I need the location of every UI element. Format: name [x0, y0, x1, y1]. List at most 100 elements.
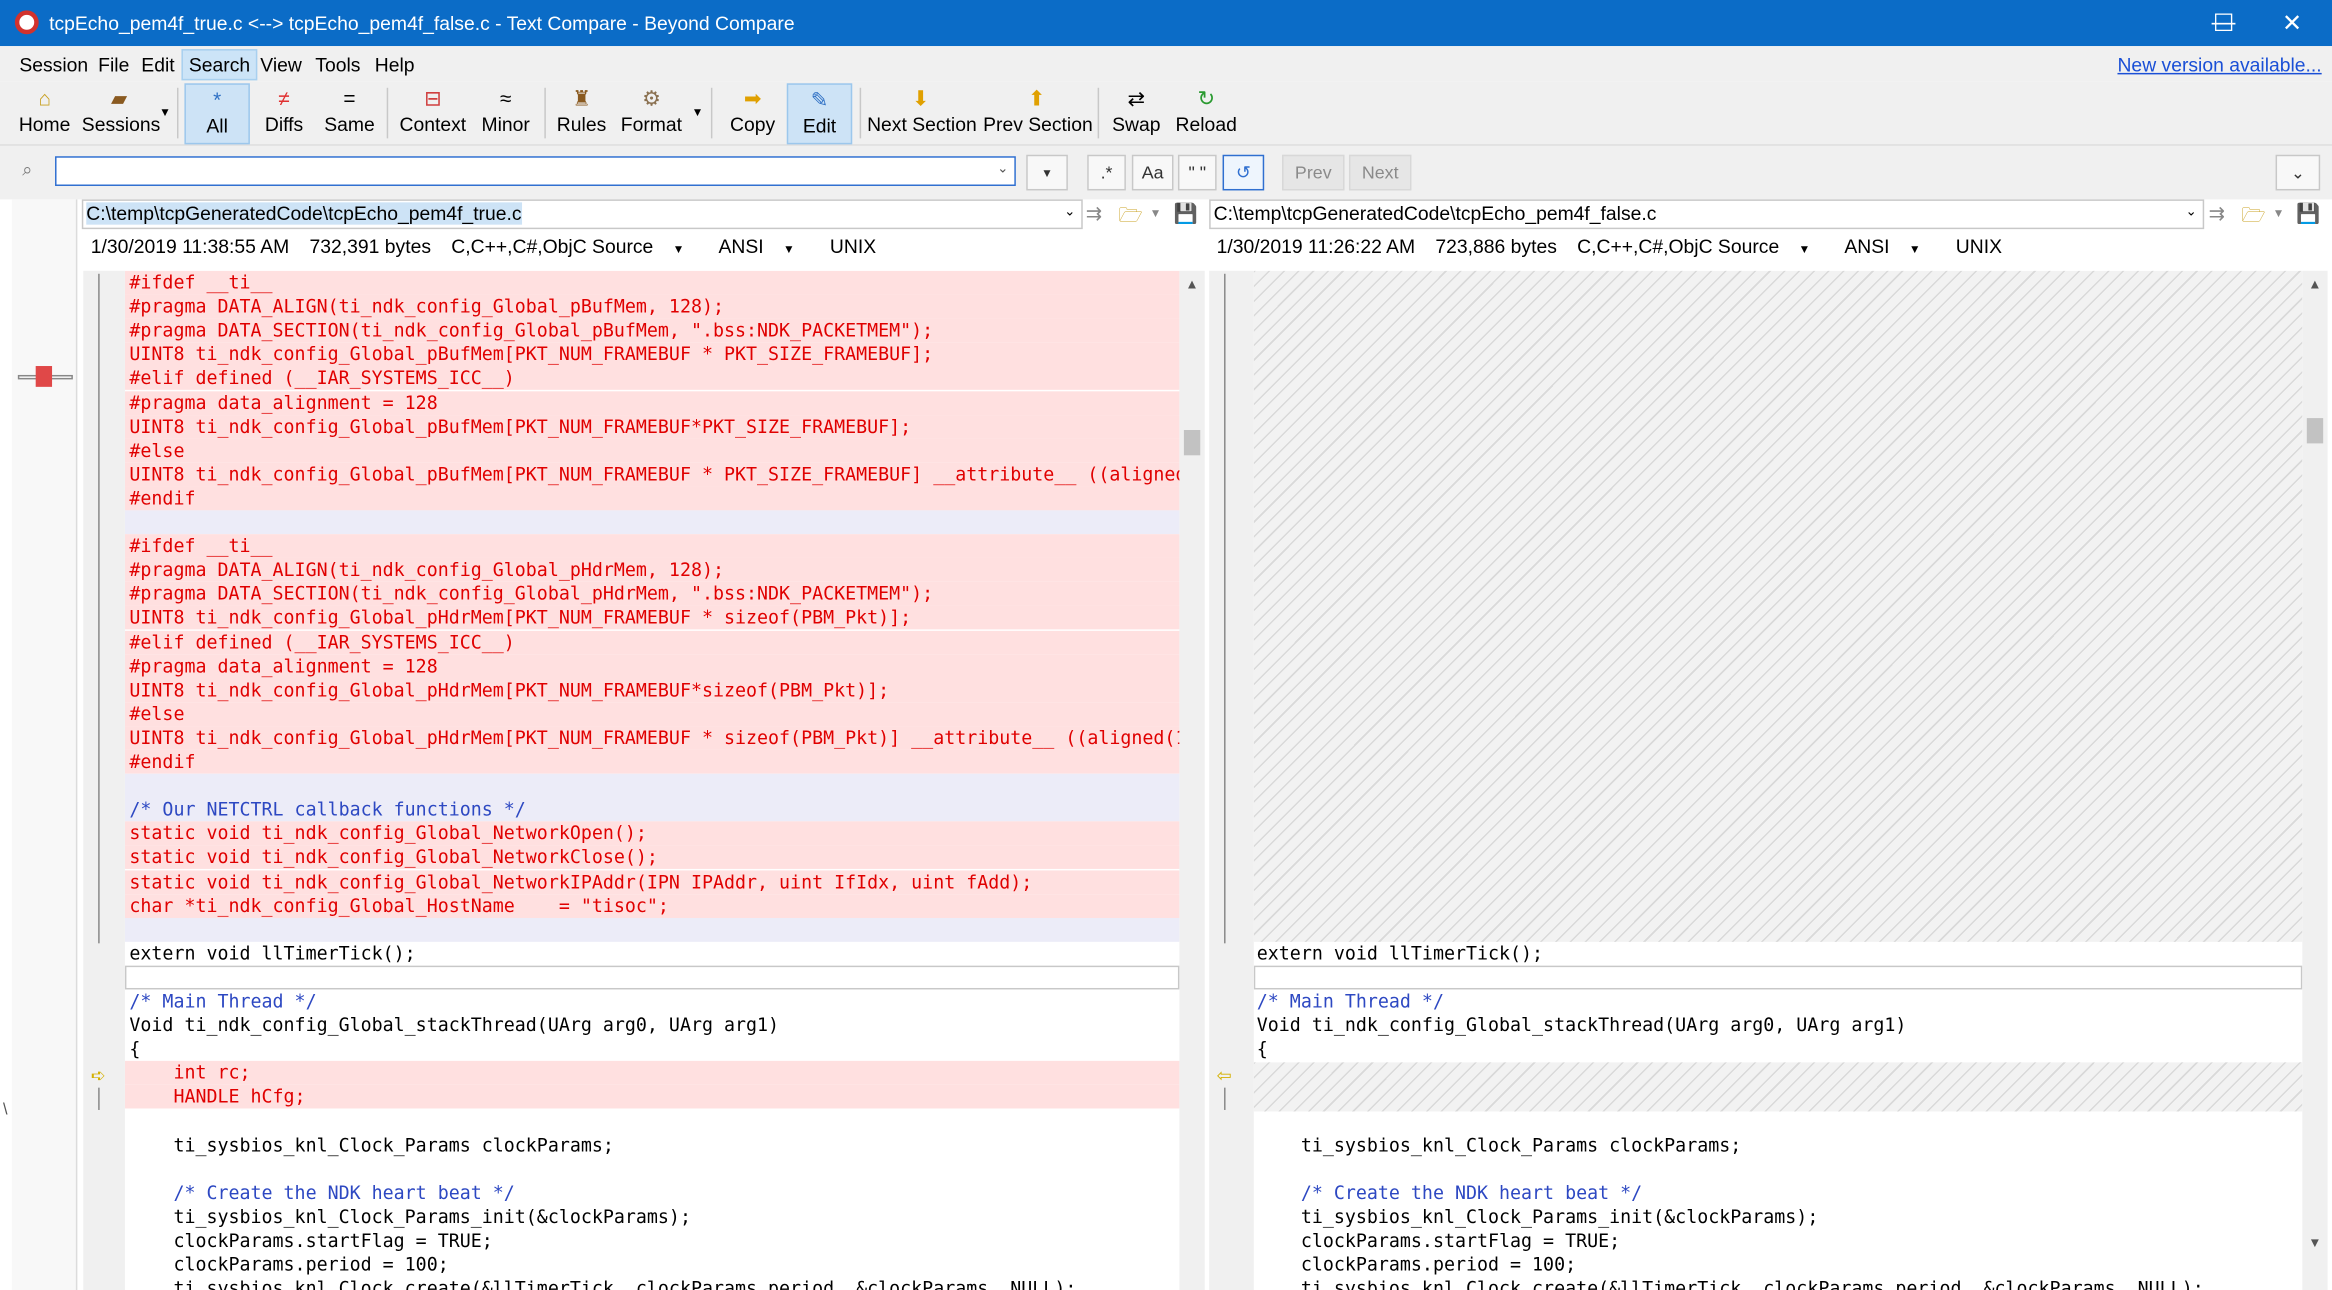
code-line[interactable]: Void ti_ndk_config_Global_stackThread(UA… — [125, 1013, 1179, 1037]
code-line[interactable]: /* Create the NDK heart beat */ — [1254, 1181, 2303, 1205]
code-line[interactable] — [124, 917, 1180, 942]
right-text-pane[interactable]: extern void llTimerTick(); /* Main Thread… — [1253, 270, 2303, 1290]
menu-view[interactable]: View — [254, 51, 307, 79]
code-line[interactable] — [1254, 1157, 2303, 1181]
match-case-toggle[interactable]: Aa — [1131, 154, 1174, 191]
menu-edit[interactable]: Edit — [135, 51, 180, 79]
code-line[interactable]: extern void llTimerTick(); — [1254, 942, 2303, 966]
format-button[interactable]: ⚙ Format — [619, 83, 684, 144]
code-line[interactable]: #elif defined (__IAR_SYSTEMS_ICC__) — [124, 366, 1180, 391]
left-path-dropdown-icon[interactable]: ⌄ — [1064, 204, 1075, 220]
context-button[interactable]: ⊟ Context — [396, 83, 470, 144]
code-line[interactable]: #pragma data_alignment = 128 — [124, 654, 1180, 679]
code-line[interactable] — [124, 773, 1180, 798]
right-folder-dropdown-icon[interactable]: ▼ — [2273, 207, 2285, 220]
code-line[interactable]: ti_sysbios_knl_Clock_Params_init(&clockP… — [1254, 1205, 2303, 1229]
rules-button[interactable]: ♜ Rules — [552, 83, 611, 144]
menu-file[interactable]: File — [92, 51, 135, 79]
prev-match-button[interactable]: Prev — [1282, 154, 1345, 191]
code-line[interactable]: #pragma DATA_SECTION(ti_ndk_config_Globa… — [124, 582, 1180, 607]
next-match-button[interactable]: Next — [1348, 154, 1412, 191]
code-line[interactable]: /* Our NETCTRL callback functions */ — [124, 797, 1180, 822]
code-line[interactable]: static void ti_ndk_config_Global_Network… — [124, 869, 1180, 894]
menu-help[interactable]: Help — [369, 51, 421, 79]
right-encoding-select[interactable]: ANSI ▼ — [1844, 235, 1935, 257]
code-line[interactable]: ti_sysbios_knl_Clock_create(&llTimerTick… — [1254, 1277, 2303, 1290]
search-options-dropdown[interactable]: ▼ — [1026, 154, 1068, 191]
code-line[interactable]: UINT8 ti_ndk_config_Global_pHdrMem[PKT_N… — [124, 725, 1180, 750]
code-line[interactable]: UINT8 ti_ndk_config_Global_pBufMem[PKT_N… — [124, 462, 1180, 487]
all-filter-button[interactable]: * All — [184, 83, 250, 145]
code-line[interactable]: { — [125, 1037, 1179, 1061]
search-history-dropdown-icon[interactable]: ⌄ — [997, 161, 1008, 177]
code-line[interactable]: static void ti_ndk_config_Global_Network… — [124, 845, 1180, 870]
menu-search[interactable]: Search — [181, 49, 258, 81]
regex-toggle[interactable]: .* — [1087, 154, 1126, 191]
close-button[interactable]: ✕ — [2258, 0, 2326, 46]
scroll-up-icon[interactable]: ▲ — [2308, 277, 2321, 292]
scroll-thumb[interactable] — [1183, 430, 1201, 456]
collapse-search-button[interactable]: ⌄ — [2275, 154, 2321, 191]
code-line[interactable]: ti_sysbios_knl_Clock_Params clockParams; — [125, 1133, 1179, 1157]
right-path-field[interactable]: C:\temp\tcpGeneratedCode\tcpEcho_pem4f_f… — [1209, 199, 2205, 230]
code-line[interactable]: char *ti_ndk_config_Global_HostName = "t… — [124, 893, 1180, 918]
copy-button[interactable]: ➡ Copy — [723, 83, 782, 144]
search-input[interactable]: ⌄ — [55, 156, 1016, 186]
code-line[interactable]: #endif — [124, 749, 1180, 774]
code-line[interactable]: clockParams.startFlag = TRUE; — [125, 1229, 1179, 1253]
right-path-dropdown-icon[interactable]: ⌄ — [2186, 204, 2197, 220]
code-line[interactable]: #ifdef __ti__ — [124, 270, 1180, 295]
next-section-button[interactable]: ⬇ Next Section — [867, 83, 977, 144]
new-version-link[interactable]: New version available... — [2117, 54, 2321, 76]
sessions-dropdown-icon[interactable]: ▼ — [159, 106, 171, 119]
code-line[interactable]: static void ti_ndk_config_Global_Network… — [124, 821, 1180, 846]
scroll-down-icon[interactable]: ▼ — [2308, 1235, 2321, 1250]
code-line[interactable] — [124, 965, 1180, 990]
left-copy-arrow-icon[interactable]: ➪ — [91, 1065, 106, 1086]
right-format-select[interactable]: C,C++,C#,ObjC Source ▼ — [1577, 235, 1825, 257]
code-line[interactable]: UINT8 ti_ndk_config_Global_pHdrMem[PKT_N… — [124, 606, 1180, 631]
code-line[interactable]: int rc; — [124, 1061, 1180, 1086]
code-line[interactable] — [125, 1109, 1179, 1133]
code-line[interactable]: { — [1254, 1037, 2303, 1061]
right-line-ending[interactable]: UNIX — [1956, 235, 2002, 257]
left-encoding-select[interactable]: ANSI ▼ — [719, 235, 810, 257]
code-line[interactable]: /* Create the NDK heart beat */ — [125, 1181, 1179, 1205]
code-line[interactable]: ti_sysbios_knl_Clock_Params clockParams; — [1254, 1133, 2303, 1157]
code-line[interactable]: #else — [124, 438, 1180, 463]
whole-word-toggle[interactable]: " " — [1177, 154, 1217, 191]
code-line[interactable] — [124, 510, 1180, 535]
home-button[interactable]: ⌂ Home — [15, 83, 74, 144]
left-save-icon[interactable]: 💾 — [1173, 202, 1197, 226]
code-line[interactable]: Void ti_ndk_config_Global_stackThread(UA… — [1254, 1013, 2303, 1037]
code-line[interactable]: UINT8 ti_ndk_config_Global_pBufMem[PKT_N… — [124, 342, 1180, 367]
code-line[interactable]: /* Main Thread */ — [125, 989, 1179, 1013]
code-line[interactable]: #pragma DATA_ALIGN(ti_ndk_config_Global_… — [124, 294, 1180, 319]
right-open-folder-icon[interactable]: 🗁 — [2241, 202, 2265, 235]
prev-section-button[interactable]: ⬆ Prev Section — [983, 83, 1093, 144]
menu-tools[interactable]: Tools — [309, 51, 366, 79]
same-filter-button[interactable]: = Same — [320, 83, 379, 144]
reload-button[interactable]: ↻ Reload — [1173, 83, 1238, 144]
scroll-thumb[interactable] — [2306, 418, 2324, 444]
code-line[interactable] — [1253, 965, 2303, 990]
search-refresh-toggle[interactable]: ↺ — [1222, 154, 1265, 191]
code-line[interactable]: clockParams.period = 100; — [1254, 1253, 2303, 1277]
right-copy-arrow-icon[interactable]: ⇦ — [1217, 1065, 1232, 1086]
diff-overview[interactable] — [11, 199, 78, 1290]
minor-button[interactable]: ≈ Minor — [476, 83, 535, 144]
right-scrollbar[interactable]: ▲ ▼ — [2302, 270, 2328, 1290]
code-line[interactable]: ti_sysbios_knl_Clock_Params_init(&clockP… — [125, 1205, 1179, 1229]
code-line[interactable]: #endif — [124, 486, 1180, 511]
left-save-history-icon[interactable]: ⇉ — [1086, 202, 1102, 226]
code-line[interactable]: #pragma DATA_ALIGN(ti_ndk_config_Global_… — [124, 558, 1180, 583]
code-line[interactable]: #else — [124, 701, 1180, 726]
right-save-icon[interactable]: 💾 — [2296, 202, 2320, 226]
left-open-folder-icon[interactable]: 🗁 — [1118, 202, 1142, 235]
swap-button[interactable]: ⇄ Swap — [1107, 83, 1166, 144]
code-line[interactable]: HANDLE hCfg; — [124, 1085, 1180, 1110]
scroll-up-icon[interactable]: ▲ — [1185, 277, 1198, 292]
sessions-button[interactable]: ▰ Sessions — [82, 83, 160, 144]
code-line[interactable] — [1254, 1109, 2303, 1133]
right-save-history-icon[interactable]: ⇉ — [2209, 202, 2225, 226]
